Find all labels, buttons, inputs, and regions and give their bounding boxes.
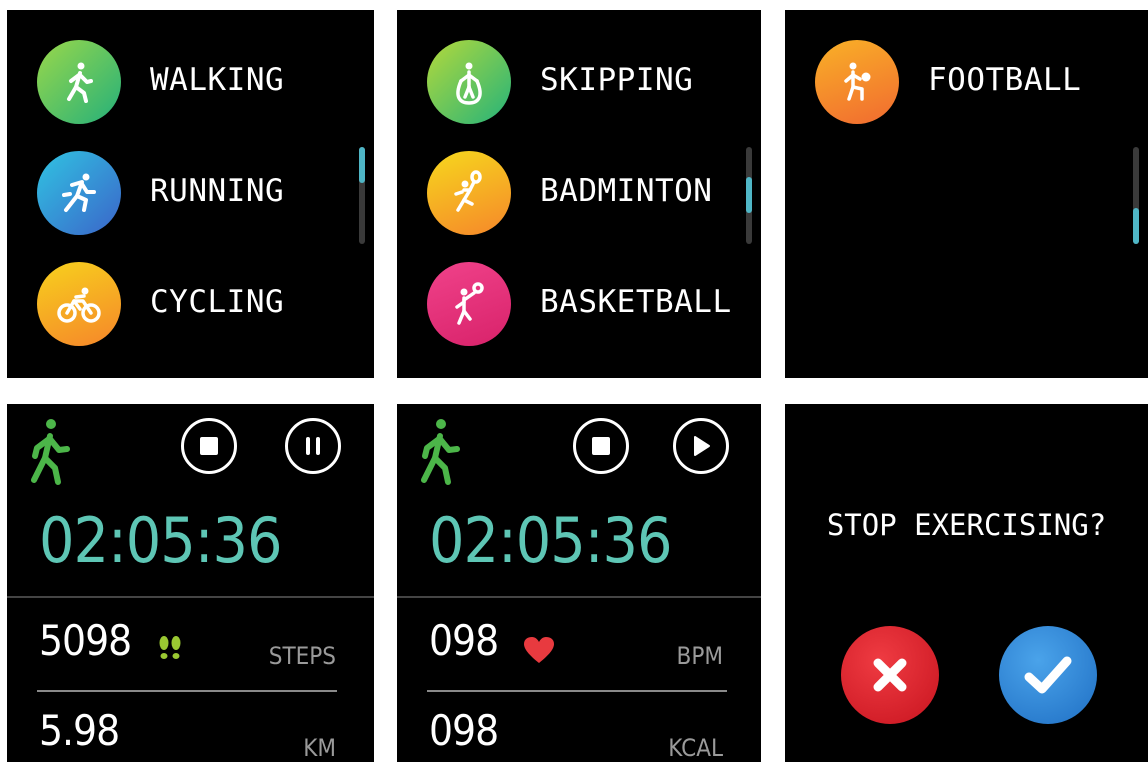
steps-value: 5098	[39, 616, 132, 665]
activity-label: SKIPPING	[540, 62, 694, 98]
scrollbar[interactable]	[1133, 147, 1139, 244]
cancel-button[interactable]	[841, 626, 939, 724]
activity-label: FOOTBALL	[928, 62, 1082, 98]
activity-label: CYCLING	[150, 284, 285, 320]
confirm-button[interactable]	[999, 626, 1097, 724]
stop-icon	[592, 437, 610, 455]
play-icon	[694, 436, 710, 456]
activity-label: WALKING	[150, 62, 285, 98]
heart-icon	[524, 637, 554, 663]
footprints-icon	[159, 636, 181, 659]
activity-label: BADMINTON	[540, 173, 713, 209]
heart-rate-value: 098	[429, 616, 499, 665]
calories-unit: KCAL	[668, 734, 723, 762]
elapsed-time: 02:05:36	[39, 504, 282, 577]
close-icon	[873, 658, 907, 692]
walking-icon	[37, 40, 121, 124]
distance-unit: KM	[303, 734, 336, 762]
distance-value: 5.98	[39, 706, 120, 755]
stop-icon	[200, 437, 218, 455]
running-icon	[37, 151, 121, 235]
activity-list-screen-1: WALKING RUNNING CYCLING	[7, 10, 374, 378]
activity-label: BASKETBALL	[540, 284, 732, 320]
divider	[37, 690, 337, 692]
calories-value: 098	[429, 706, 499, 755]
scrollbar-thumb[interactable]	[1133, 208, 1139, 244]
heart-rate-unit: BPM	[676, 642, 723, 670]
activity-item-basketball[interactable]: BASKETBALL	[427, 262, 731, 346]
activity-list-screen-2: SKIPPING BADMINTON BASKETBALL	[397, 10, 761, 378]
skipping-icon	[427, 40, 511, 124]
activity-label: RUNNING	[150, 173, 285, 209]
activity-item-running[interactable]: RUNNING	[37, 151, 337, 235]
activity-item-skipping[interactable]: SKIPPING	[427, 40, 727, 124]
football-icon	[815, 40, 899, 124]
cycling-icon	[37, 262, 121, 346]
divider	[427, 690, 727, 692]
activity-item-badminton[interactable]: BADMINTON	[427, 151, 727, 235]
scrollbar[interactable]	[746, 147, 752, 244]
activity-item-cycling[interactable]: CYCLING	[37, 262, 337, 346]
activity-item-walking[interactable]: WALKING	[37, 40, 337, 124]
activity-list-screen-3: FOOTBALL	[785, 10, 1148, 378]
elapsed-time: 02:05:36	[429, 504, 672, 577]
pause-button[interactable]	[285, 418, 341, 474]
workout-screen-heart: 02:05:36 098 BPM 098 KCAL	[397, 404, 761, 762]
badminton-icon	[427, 151, 511, 235]
check-icon	[1024, 656, 1072, 694]
stop-confirm-screen: STOP EXERCISING?	[785, 404, 1148, 762]
scrollbar[interactable]	[359, 147, 365, 244]
resume-button[interactable]	[673, 418, 729, 474]
walking-icon	[421, 419, 460, 485]
walking-icon	[31, 419, 70, 485]
divider	[397, 596, 761, 598]
steps-unit: STEPS	[268, 642, 336, 670]
stop-button[interactable]	[573, 418, 629, 474]
confirm-question: STOP EXERCISING?	[826, 508, 1107, 542]
workout-screen-steps: 02:05:36 5098 STEPS 5.98 KM	[7, 404, 374, 762]
stop-button[interactable]	[181, 418, 237, 474]
scrollbar-thumb[interactable]	[746, 177, 752, 213]
divider	[7, 596, 374, 598]
scrollbar-thumb[interactable]	[359, 147, 365, 183]
basketball-icon	[427, 262, 511, 346]
activity-item-football[interactable]: FOOTBALL	[815, 40, 1115, 124]
pause-icon	[306, 437, 320, 455]
